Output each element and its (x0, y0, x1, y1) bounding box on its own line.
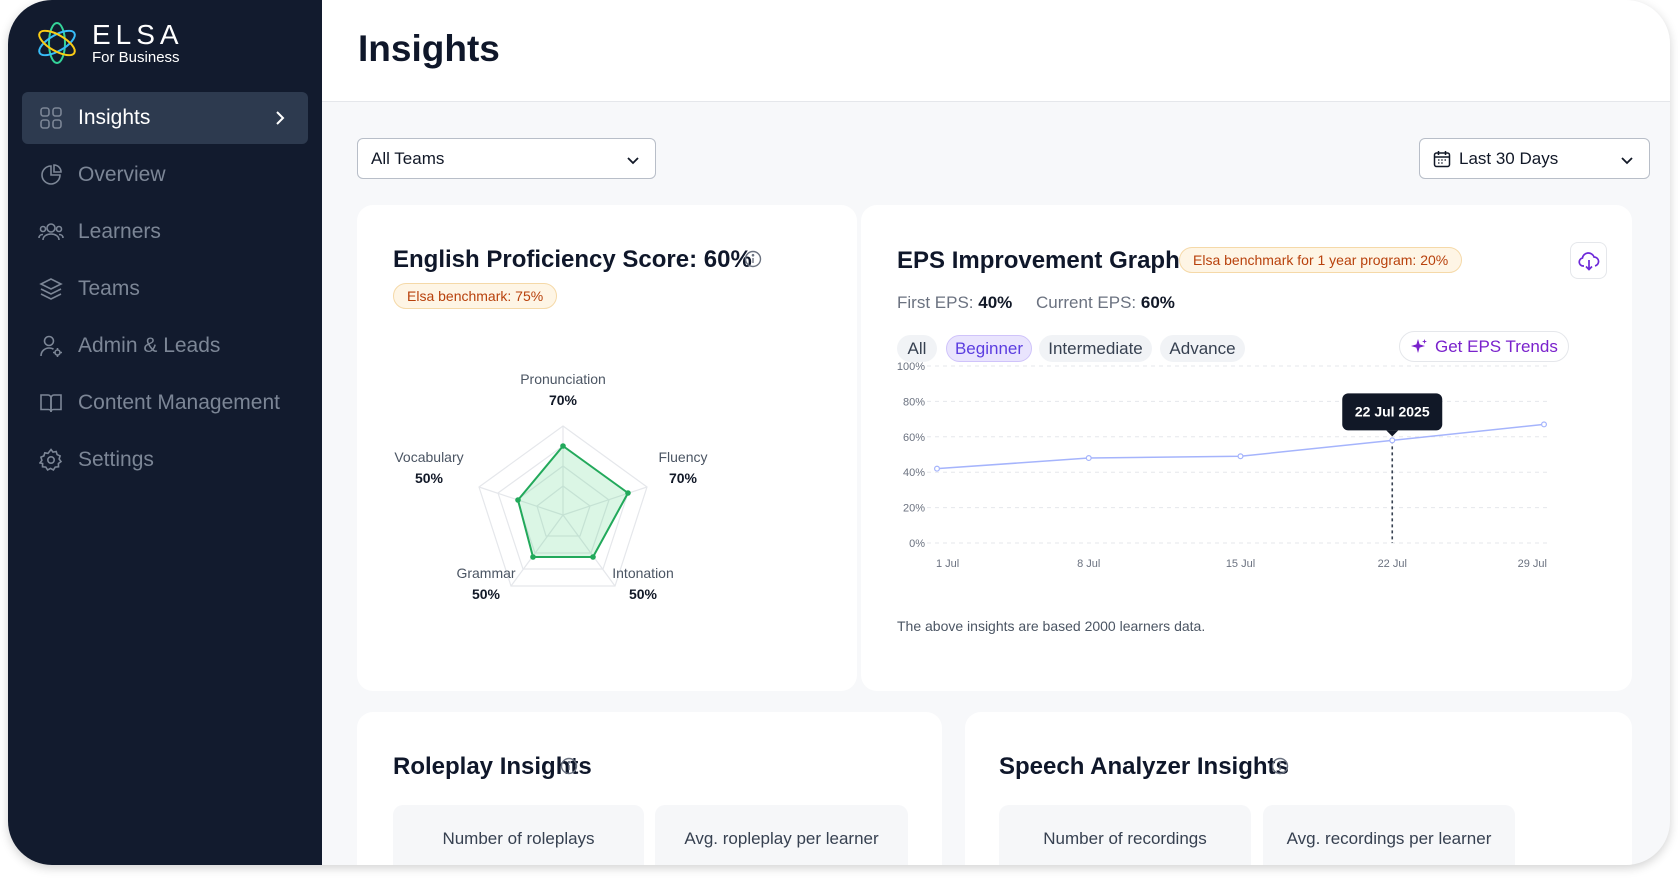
chevron-down-icon (625, 152, 641, 173)
tooltip-label: 22 Jul 2025 (1355, 403, 1430, 419)
app-window: ELSA For Business Insights Overview Lear… (8, 0, 1670, 865)
sidebar-item-learners[interactable]: Learners (22, 206, 308, 258)
grid-icon (38, 105, 64, 131)
avg-recordings-per-learner: Avg. recordings per learner (1263, 805, 1515, 865)
team-select-value: All Teams (371, 148, 445, 168)
speech-analyzer-title: Speech Analyzer Insights (999, 753, 1289, 780)
chart-tooltip: 22 Jul 2025 (1342, 393, 1443, 437)
team-select[interactable]: All Teams (357, 138, 656, 179)
header: Insights (322, 0, 1670, 102)
number-of-recordings: Number of recordings (999, 805, 1251, 865)
brand-name: ELSA (92, 18, 184, 50)
info-icon[interactable] (560, 757, 578, 780)
y-tick-label: 20% (903, 503, 925, 515)
y-tick-label: 0% (909, 538, 925, 550)
eps-graph-card: EPS Improvement Graph Elsa benchmark for… (861, 205, 1632, 691)
radar-label-pronunciation: Pronunciation 70% (520, 371, 606, 408)
series-point (1085, 455, 1092, 462)
sidebar-item-label: Content Management (78, 391, 280, 414)
info-icon[interactable] (1271, 757, 1289, 780)
sidebar-item-overview[interactable]: Overview (22, 149, 308, 201)
x-tick-label: 8 Jul (1077, 558, 1100, 570)
date-range-select[interactable]: Last 30 Days (1419, 138, 1650, 179)
sidebar-item-label: Learners (78, 220, 161, 243)
brand-subtitle: For Business (92, 48, 180, 66)
sidebar-item-content-management[interactable]: Content Management (22, 377, 308, 429)
radar-label-vocabulary: Vocabulary 50% (394, 449, 464, 486)
chevron-down-icon (1619, 152, 1635, 173)
sidebar-item-label: Teams (78, 277, 140, 300)
page-title: Insights (358, 28, 500, 69)
sidebar-item-label: Settings (78, 448, 154, 471)
x-tick-label: 29 Jul (1518, 558, 1547, 570)
radar-point-fluency (625, 490, 631, 496)
calendar-icon (1433, 150, 1451, 168)
chevron-right-icon (270, 108, 290, 134)
x-tick-label: 1 Jul (936, 558, 959, 570)
sidebar-item-label: Overview (78, 163, 166, 186)
y-tick-label: 100% (897, 361, 925, 373)
radar-label-fluency: Fluency 70% (658, 449, 708, 486)
radar-point-vocabulary (515, 497, 521, 503)
book-icon (38, 390, 64, 416)
date-range-value: Last 30 Days (1459, 148, 1559, 168)
roleplay-card: Roleplay Insights Number of roleplays Av… (357, 712, 942, 865)
brand-logo[interactable]: ELSA For Business (34, 20, 184, 66)
sidebar-item-insights[interactable]: Insights (22, 92, 308, 144)
main-content: Insights All Teams Last 30 Days English … (322, 0, 1670, 865)
users-icon (38, 219, 64, 245)
elsa-logo-icon (38, 22, 76, 64)
number-of-roleplays: Number of roleplays (393, 805, 644, 865)
y-tick-label: 80% (903, 396, 925, 408)
series-line (936, 423, 1545, 470)
series-point (1540, 421, 1547, 428)
radar-label-intonation: Intonation 50% (612, 565, 674, 602)
skills-radar-area (516, 444, 630, 558)
series-point (933, 465, 940, 472)
sidebar-item-label: Insights (78, 106, 151, 129)
graph-footnote: The above insights are based 2000 learne… (897, 618, 1206, 634)
gear-icon (38, 447, 64, 473)
sidebar-item-label: Admin & Leads (78, 334, 221, 357)
x-tick-label: 15 Jul (1226, 558, 1255, 570)
y-tick-label: 60% (903, 432, 925, 444)
sidebar-item-admin-leads[interactable]: Admin & Leads (22, 320, 308, 372)
sidebar-nav: Insights Overview Learners Teams Admin &… (22, 92, 308, 491)
radar-label-grammar: Grammar 50% (456, 565, 516, 602)
x-tick-label: 22 Jul (1378, 558, 1407, 570)
series-point (1237, 453, 1244, 460)
sidebar: ELSA For Business Insights Overview Lear… (8, 0, 322, 865)
radar-point-pronunciation (560, 443, 566, 449)
sidebar-item-teams[interactable]: Teams (22, 263, 308, 315)
y-tick-label: 40% (903, 467, 925, 479)
radar-point-grammar (530, 554, 536, 560)
speech-analyzer-card: Speech Analyzer Insights Number of recor… (965, 712, 1632, 865)
layers-icon (38, 276, 64, 302)
pie-chart-icon (38, 162, 64, 188)
series-point (1389, 437, 1396, 444)
eps-score-card: English Proficiency Score: 60% Elsa benc… (357, 205, 857, 691)
radar-point-intonation (590, 554, 596, 560)
user-settings-icon (38, 333, 64, 359)
sidebar-item-settings[interactable]: Settings (22, 434, 308, 486)
avg-roleplay-per-learner: Avg. ropleplay per learner (655, 805, 908, 865)
